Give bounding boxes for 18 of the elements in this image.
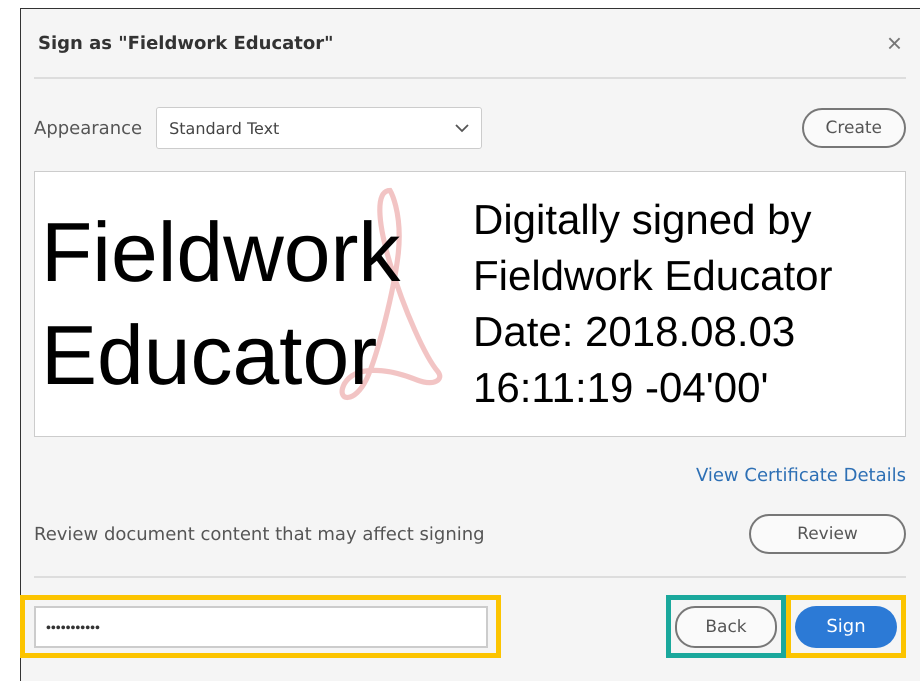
signature-detail: Date: 2018.08.03 (473, 307, 796, 357)
dialog-title: Sign as "Fieldwork Educator" (38, 32, 334, 54)
signature-detail: 16:11:19 -04'00' (473, 362, 770, 413)
password-field[interactable]: ••••••••••• (34, 606, 488, 648)
signature-detail: Digitally signed by (473, 195, 813, 246)
signature-detail: Fieldwork Educator (473, 251, 832, 302)
appearance-label: Appearance (34, 118, 142, 138)
close-button[interactable]: × (882, 28, 906, 58)
sign-button[interactable]: Sign (795, 606, 897, 648)
signature-name: Fieldwork (41, 204, 402, 301)
certificate-link[interactable]: View Certificate Details (696, 465, 906, 486)
back-button[interactable]: Back (675, 606, 777, 648)
appearance-dropdown[interactable]: Standard Text (156, 107, 482, 149)
review-text: Review document content that may affect signing (34, 524, 485, 544)
review-button[interactable]: Review (749, 514, 906, 554)
create-button[interactable]: Create (802, 108, 906, 148)
signature-name: Educator (41, 307, 378, 404)
chevron-down-icon (455, 124, 470, 132)
